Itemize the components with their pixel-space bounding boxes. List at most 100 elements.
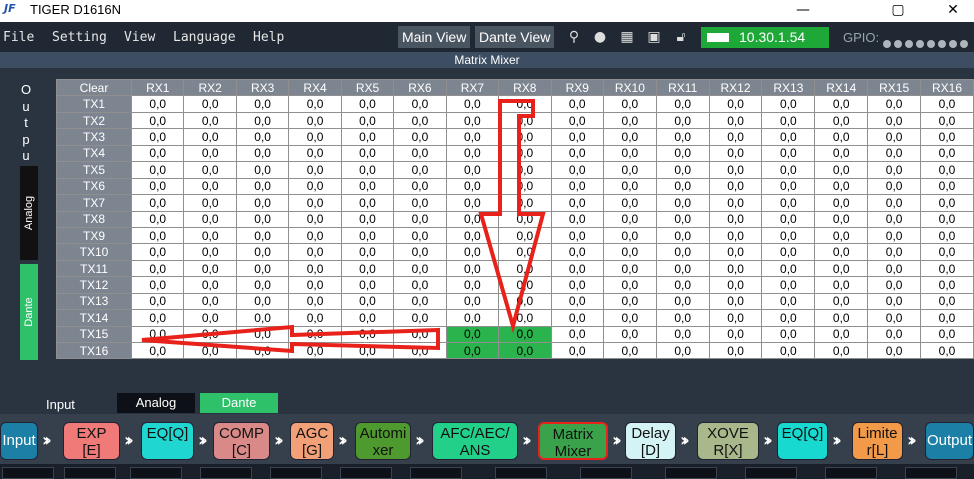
matrix-cell[interactable]: 0,0	[288, 276, 342, 294]
matrix-cell[interactable]: 0,0	[445, 309, 500, 327]
matrix-cell[interactable]: 0,0	[131, 161, 185, 179]
matrix-cell[interactable]: 0,0	[867, 144, 922, 163]
matrix-cell[interactable]: 0,0	[498, 161, 552, 179]
matrix-cell[interactable]: 0,0	[445, 243, 500, 261]
matrix-cell[interactable]: 0,0	[340, 309, 395, 327]
matrix-cell[interactable]: 0,0	[235, 210, 290, 228]
matrix-cell[interactable]: 0,0	[602, 210, 657, 228]
matrix-cell[interactable]: 0,0	[340, 325, 395, 344]
matrix-cell[interactable]: 0,0	[235, 111, 290, 130]
matrix-cell[interactable]: 0,0	[183, 194, 237, 212]
matrix-cell[interactable]: 0,0	[131, 243, 185, 261]
matrix-cell[interactable]: 0,0	[761, 259, 816, 278]
matrix-cell[interactable]: 0,0	[920, 243, 974, 261]
matrix-cell[interactable]: 0,0	[814, 161, 869, 179]
matrix-cell[interactable]: 0,0	[445, 292, 500, 311]
chain-block-afc-aec-ans[interactable]: AFC/AEC/ ANS	[432, 422, 518, 460]
matrix-cell[interactable]: 0,0	[814, 226, 869, 245]
matrix-cell[interactable]: 0,0	[761, 161, 816, 179]
save-icon[interactable]: ▣	[645, 28, 663, 46]
matrix-cell[interactable]: 0,0	[761, 243, 816, 261]
matrix-cell[interactable]: 0,0	[131, 128, 185, 146]
matrix-cell[interactable]: 0,0	[708, 177, 763, 196]
matrix-cell[interactable]: 0,0	[550, 144, 604, 163]
matrix-cell[interactable]: 0,0	[288, 128, 342, 146]
menu-view[interactable]: View	[124, 30, 155, 45]
matrix-cell[interactable]: 0,0	[655, 177, 710, 196]
matrix-cell[interactable]: 0,0	[550, 309, 604, 327]
matrix-cell[interactable]: 0,0	[602, 292, 657, 311]
matrix-cell[interactable]: 0,0	[708, 259, 763, 278]
matrix-cell[interactable]: 0,0	[235, 177, 290, 196]
matrix-cell[interactable]: 0,0	[602, 111, 657, 130]
matrix-cell[interactable]: 0,0	[131, 226, 185, 245]
matrix-cell[interactable]: 0,0	[445, 325, 500, 344]
matrix-cell[interactable]: 0,0	[498, 292, 552, 311]
matrix-cell[interactable]: 0,0	[183, 276, 237, 294]
matrix-cell[interactable]: 0,0	[235, 292, 290, 311]
matrix-cell[interactable]: 0,0	[340, 161, 395, 179]
matrix-cell[interactable]: 0,0	[814, 95, 869, 113]
matrix-cell[interactable]: 0,0	[288, 243, 342, 261]
matrix-cell[interactable]: 0,0	[183, 292, 237, 311]
chain-block-eq[interactable]: EQ[Q]	[141, 422, 194, 460]
matrix-cell[interactable]: 0,0	[920, 177, 974, 196]
matrix-cell[interactable]: 0,0	[814, 144, 869, 163]
matrix-cell[interactable]: 0,0	[708, 341, 763, 360]
matrix-cell[interactable]: 0,0	[920, 95, 974, 113]
matrix-cell[interactable]: 0,0	[655, 210, 710, 228]
matrix-cell[interactable]: 0,0	[867, 95, 922, 113]
matrix-cell[interactable]: 0,0	[131, 292, 185, 311]
matrix-cell[interactable]: 0,0	[708, 210, 763, 228]
matrix-cell[interactable]: 0,0	[131, 276, 185, 294]
matrix-cell[interactable]: 0,0	[708, 243, 763, 261]
dante-view-button[interactable]: Dante View	[475, 26, 555, 48]
matrix-cell[interactable]: 0,0	[602, 161, 657, 179]
matrix-cell[interactable]: 0,0	[340, 194, 395, 212]
matrix-cell[interactable]: 0,0	[814, 177, 869, 196]
matrix-cell[interactable]: 0,0	[867, 341, 922, 360]
matrix-cell[interactable]: 0,0	[393, 144, 447, 163]
user-icon[interactable]: ●	[591, 28, 609, 46]
matrix-cell[interactable]: 0,0	[655, 226, 710, 245]
matrix-cell[interactable]: 0,0	[920, 194, 974, 212]
matrix-cell[interactable]: 0,0	[183, 144, 237, 163]
matrix-cell[interactable]: 0,0	[445, 144, 500, 163]
search-icon[interactable]: ⚲	[565, 28, 583, 46]
matrix-cell[interactable]: 0,0	[550, 259, 604, 278]
matrix-cell[interactable]: 0,0	[655, 144, 710, 163]
close-icon[interactable]: ✕	[930, 0, 974, 22]
matrix-cell[interactable]: 0,0	[920, 144, 974, 163]
matrix-cell[interactable]: 0,0	[393, 325, 447, 344]
matrix-cell[interactable]: 0,0	[867, 292, 922, 311]
matrix-cell[interactable]: 0,0	[288, 292, 342, 311]
matrix-cell[interactable]: 0,0	[655, 128, 710, 146]
matrix-cell[interactable]: 0,0	[498, 276, 552, 294]
matrix-cell[interactable]: 0,0	[602, 144, 657, 163]
matrix-cell[interactable]: 0,0	[920, 128, 974, 146]
matrix-cell[interactable]: 0,0	[393, 309, 447, 327]
matrix-cell[interactable]: 0,0	[393, 128, 447, 146]
matrix-cell[interactable]: 0,0	[340, 210, 395, 228]
matrix-cell[interactable]: 0,0	[602, 341, 657, 360]
matrix-cell[interactable]: 0,0	[655, 161, 710, 179]
matrix-cell[interactable]: 0,0	[761, 95, 816, 113]
matrix-cell[interactable]: 0,0	[761, 292, 816, 311]
chain-block-limiter[interactable]: Limite r[L]	[852, 422, 903, 460]
matrix-cell[interactable]: 0,0	[655, 243, 710, 261]
matrix-cell[interactable]: 0,0	[393, 226, 447, 245]
menu-help[interactable]: Help	[253, 30, 284, 45]
matrix-cell[interactable]: 0,0	[340, 341, 395, 360]
matrix-cell[interactable]: 0,0	[550, 161, 604, 179]
matrix-cell[interactable]: 0,0	[288, 325, 342, 344]
matrix-cell[interactable]: 0,0	[288, 341, 342, 360]
matrix-cell[interactable]: 0,0	[602, 325, 657, 344]
matrix-cell[interactable]: 0,0	[708, 309, 763, 327]
matrix-cell[interactable]: 0,0	[183, 226, 237, 245]
matrix-cell[interactable]: 0,0	[393, 95, 447, 113]
matrix-cell[interactable]: 0,0	[867, 194, 922, 212]
matrix-cell[interactable]: 0,0	[393, 161, 447, 179]
matrix-cell[interactable]: 0,0	[131, 309, 185, 327]
matrix-cell[interactable]: 0,0	[602, 95, 657, 113]
unlock-icon[interactable]: 🔓︎	[672, 28, 690, 46]
